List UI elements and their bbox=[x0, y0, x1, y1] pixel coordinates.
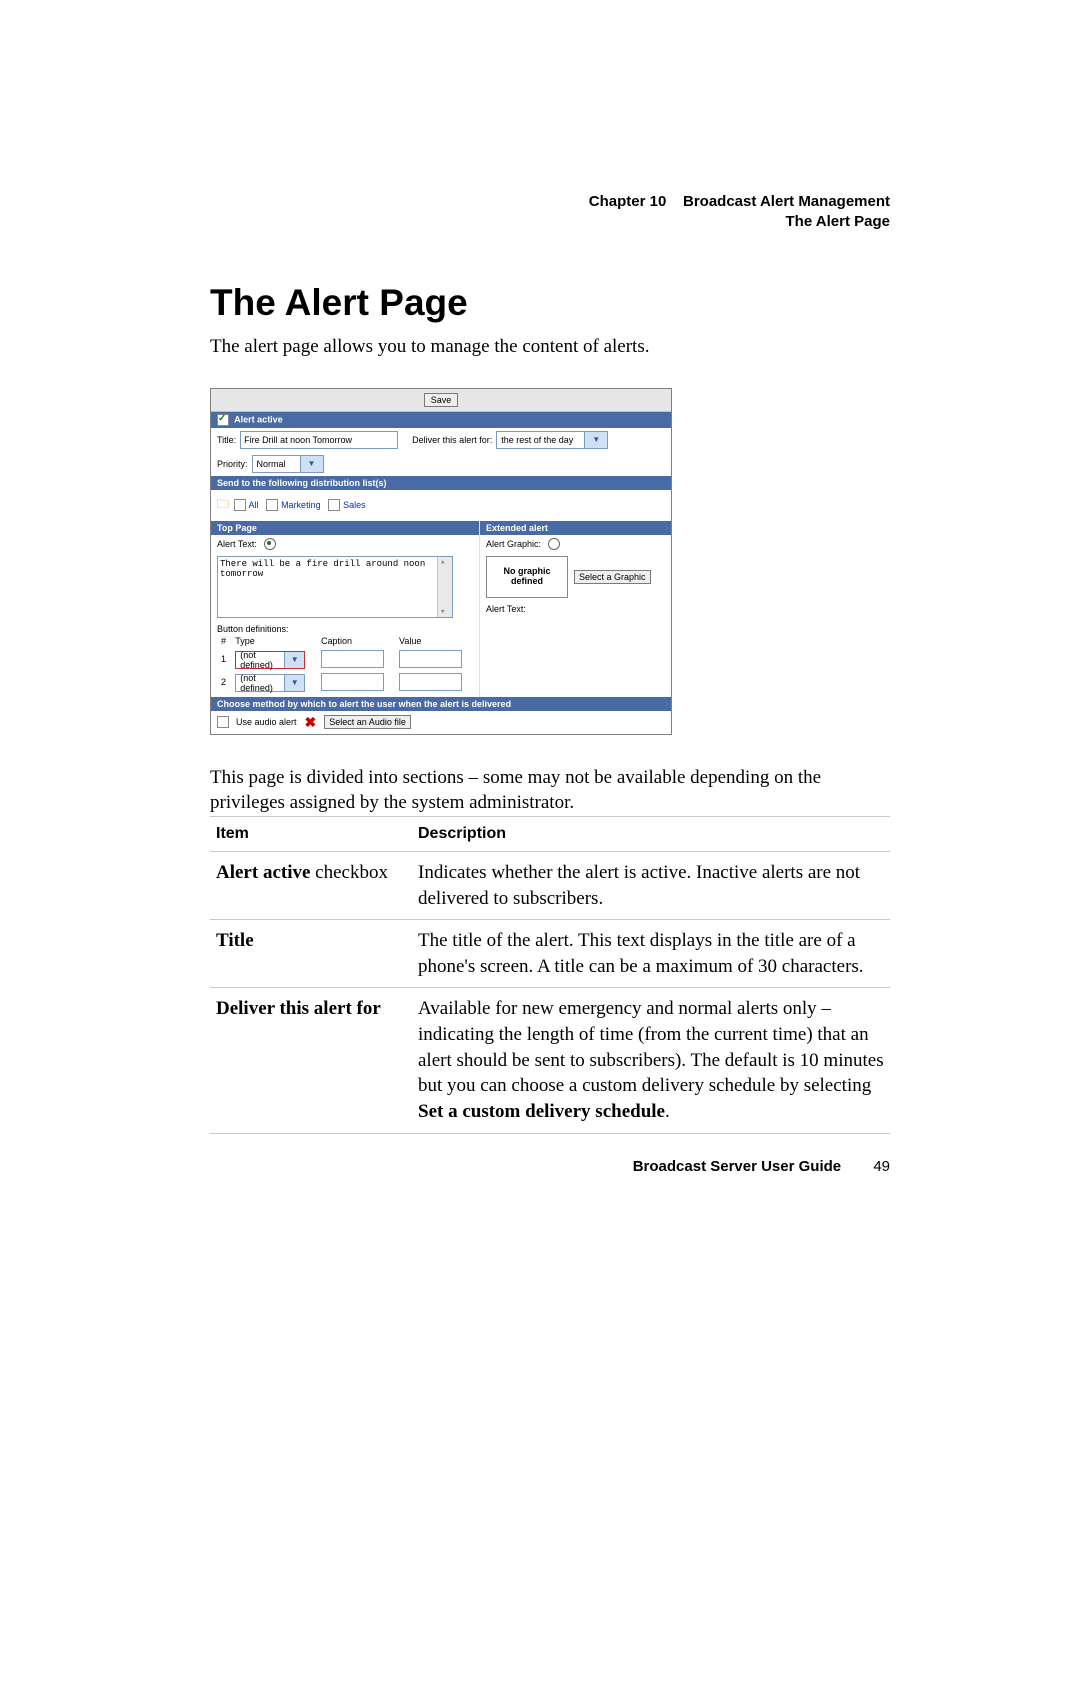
alert-text2-label: Alert Text: bbox=[486, 604, 526, 614]
item-rest: checkbox bbox=[310, 862, 388, 883]
alert-text-value: There will be a fire drill around noon t… bbox=[220, 559, 425, 579]
button-def-table: # Type Caption Value 1 (not defined)▼ bbox=[217, 634, 473, 694]
use-audio-checkbox[interactable] bbox=[217, 716, 229, 728]
toolbar: Save bbox=[211, 389, 671, 412]
bd-row1-caption[interactable] bbox=[321, 650, 384, 668]
bd-row2-caption[interactable] bbox=[321, 673, 384, 691]
bd-row2-value[interactable] bbox=[399, 673, 462, 691]
item-bold: Alert active bbox=[216, 862, 310, 883]
item-bold: Deliver this alert for bbox=[216, 998, 381, 1019]
deliver-value: the rest of the day bbox=[497, 435, 584, 445]
dist-sales-checkbox[interactable] bbox=[328, 499, 340, 511]
description-table: Item Description Alert active checkbox I… bbox=[210, 816, 890, 1134]
dist-sales[interactable]: Sales bbox=[343, 500, 366, 510]
running-header: Chapter 10 Broadcast Alert Management Th… bbox=[589, 192, 890, 233]
dist-marketing-checkbox[interactable] bbox=[266, 499, 278, 511]
item-bold: Title bbox=[216, 930, 254, 951]
alert-graphic-label: Alert Graphic: bbox=[486, 539, 541, 549]
extended-alert-bar: Extended alert bbox=[480, 521, 671, 535]
bd-row1-type[interactable]: (not defined)▼ bbox=[235, 651, 305, 669]
alert-text-label: Alert Text: bbox=[217, 539, 257, 549]
save-button[interactable]: Save bbox=[424, 393, 459, 407]
alert-page-screenshot: Save Alert active Title: Deliver this al… bbox=[210, 388, 672, 735]
bd-row2-type[interactable]: (not defined)▼ bbox=[235, 674, 305, 692]
priority-label: Priority: bbox=[217, 459, 248, 469]
dist-all[interactable]: All bbox=[249, 500, 259, 510]
select-graphic-button[interactable]: Select a Graphic bbox=[574, 570, 651, 584]
table-row: Title The title of the alert. This text … bbox=[210, 920, 890, 988]
bd-row1-n: 1 bbox=[217, 648, 231, 671]
dist-bar: Send to the following distribution list(… bbox=[211, 476, 671, 490]
priority-combo[interactable]: Normal ▼ bbox=[252, 455, 324, 473]
graphic-thumbnail: No graphic defined bbox=[486, 556, 568, 598]
select-audio-button[interactable]: Select an Audio file bbox=[324, 715, 411, 729]
top-page-bar: Top Page bbox=[211, 521, 479, 535]
dist-marketing[interactable]: Marketing bbox=[281, 500, 321, 510]
page-title: The Alert Page bbox=[210, 282, 890, 324]
dist-all-checkbox[interactable] bbox=[234, 499, 246, 511]
bd-h-type: Type bbox=[231, 634, 317, 648]
red-x-icon: ✖ bbox=[305, 714, 317, 731]
deliver-label: Deliver this alert for: bbox=[412, 435, 492, 445]
table-row: 2 (not defined)▼ bbox=[217, 671, 473, 694]
chevron-down-icon: ▼ bbox=[584, 432, 607, 448]
section-title: The Alert Page bbox=[589, 212, 890, 232]
bd-row1-value[interactable] bbox=[399, 650, 462, 668]
folder-icon: 🗀 bbox=[217, 497, 229, 511]
deliver-combo[interactable]: the rest of the day ▼ bbox=[496, 431, 608, 449]
alert-active-label: Alert active bbox=[234, 414, 283, 424]
table-row: 1 (not defined)▼ bbox=[217, 648, 473, 671]
footer-page-number: 49 bbox=[873, 1158, 890, 1175]
chevron-down-icon: ▼ bbox=[300, 456, 323, 472]
alert-active-checkbox[interactable] bbox=[217, 414, 229, 426]
th-item: Item bbox=[210, 816, 412, 851]
item-desc: Available for new emergency and normal a… bbox=[412, 988, 890, 1133]
button-definitions-label: Button definitions: bbox=[217, 624, 473, 634]
table-row: Alert active checkbox Indicates whether … bbox=[210, 851, 890, 919]
distribution-row: 🗀 All Marketing Sales bbox=[211, 490, 671, 521]
item-desc: The title of the alert. This text displa… bbox=[412, 920, 890, 988]
alert-graphic-radio[interactable] bbox=[548, 538, 560, 550]
alert-text-radio[interactable] bbox=[264, 538, 276, 550]
scrollbar[interactable] bbox=[437, 557, 452, 617]
chapter-number: Chapter 10 bbox=[589, 193, 667, 210]
chevron-down-icon: ▼ bbox=[284, 652, 304, 668]
priority-value: Normal bbox=[253, 459, 300, 469]
bd-h-hash: # bbox=[217, 634, 231, 648]
intro-paragraph: The alert page allows you to manage the … bbox=[210, 334, 890, 360]
chevron-down-icon: ▼ bbox=[284, 675, 304, 691]
th-description: Description bbox=[412, 816, 890, 851]
chapter-title: Broadcast Alert Management bbox=[683, 193, 890, 210]
bd-h-value: Value bbox=[395, 634, 473, 648]
paragraph-2: This page is divided into sections – som… bbox=[210, 765, 890, 816]
alert-active-bar: Alert active bbox=[211, 412, 671, 428]
table-row: Deliver this alert for Available for new… bbox=[210, 988, 890, 1133]
page-footer: Broadcast Server User Guide 49 bbox=[210, 1158, 890, 1175]
bd-row2-n: 2 bbox=[217, 671, 231, 694]
item-desc: Indicates whether the alert is active. I… bbox=[412, 851, 890, 919]
footer-guide: Broadcast Server User Guide bbox=[633, 1158, 841, 1175]
alert-text-area[interactable]: There will be a fire drill around noon t… bbox=[217, 556, 453, 618]
title-input[interactable] bbox=[240, 431, 398, 449]
use-audio-label: Use audio alert bbox=[236, 717, 297, 727]
title-label: Title: bbox=[217, 435, 236, 445]
bd-h-caption: Caption bbox=[317, 634, 395, 648]
method-bar: Choose method by which to alert the user… bbox=[211, 697, 671, 711]
